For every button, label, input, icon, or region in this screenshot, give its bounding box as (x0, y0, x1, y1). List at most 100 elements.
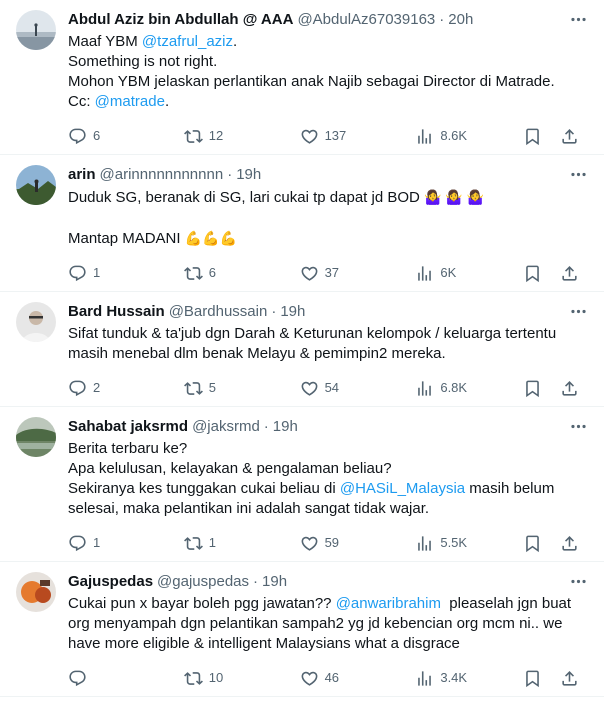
views-button[interactable]: 5.5K (415, 534, 513, 553)
mention-link[interactable]: @matrade (95, 93, 165, 110)
repost-button[interactable]: 5 (183, 379, 300, 398)
timestamp[interactable]: 20h (448, 10, 473, 30)
text-segment: Maaf YBM (68, 33, 142, 50)
author-handle[interactable]: @arinnnnnnnnnnn (100, 165, 224, 185)
like-button[interactable]: 54 (300, 379, 416, 398)
avatar[interactable] (16, 417, 56, 457)
separator-dot: · (227, 166, 233, 183)
text-segment (68, 209, 72, 226)
views-count: 3.4K (440, 670, 468, 685)
tweet-text: Maaf YBM @tzafrul_aziz. Something is not … (68, 32, 590, 112)
mention-link[interactable]: @anwaribrahim (336, 595, 441, 612)
bookmark-button[interactable] (513, 127, 550, 146)
emoji: 💪💪💪 (184, 230, 238, 246)
text-segment: Duduk SG, beranak di SG, lari cukai tp d… (68, 189, 425, 206)
timestamp[interactable]: 19h (236, 165, 261, 185)
bookmark-button[interactable] (513, 379, 550, 398)
avatar[interactable] (16, 165, 56, 205)
like-button[interactable]: 37 (300, 264, 416, 283)
repost-button[interactable]: 6 (183, 264, 300, 283)
reply-count: 1 (93, 535, 101, 550)
bookmark-button[interactable] (513, 669, 550, 688)
share-button[interactable] (551, 264, 588, 283)
views-count: 6K (440, 265, 457, 280)
reply-button[interactable]: 1 (68, 264, 184, 283)
views-button[interactable]: 6K (415, 264, 513, 283)
reply-button[interactable]: 2 (68, 379, 184, 398)
more-icon[interactable] (568, 9, 588, 29)
author-handle[interactable]: @AbdulAz67039163 (297, 10, 435, 30)
text-segment: Mohon YBM jelaskan perlantikan anak Naji… (68, 73, 555, 90)
share-icon (560, 379, 579, 398)
tweet[interactable]: Bard Hussain @Bardhussain · 19h Sifat tunduk… (0, 292, 604, 407)
tweet-text: Berita terbaru ke? Apa kelulusan, kelayak… (68, 439, 590, 519)
more-icon[interactable] (568, 416, 588, 436)
repost-button[interactable]: 1 (183, 534, 300, 553)
text-line: selesai, maka pelantikan ini adalah sang… (68, 499, 590, 519)
avatar[interactable] (16, 302, 56, 342)
text-segment: Sekiranya kes tunggakan cukai beliau di (68, 480, 340, 497)
tweet-body: Gajuspedas @gajuspedas · 19h Cukai pun x bay… (68, 572, 590, 696)
like-button[interactable]: 59 (300, 534, 416, 553)
share-icon (560, 669, 579, 688)
repost-count: 6 (208, 265, 217, 280)
views-count: 5.5K (440, 535, 468, 550)
more-icon[interactable] (568, 301, 588, 321)
bookmark-button[interactable] (513, 264, 550, 283)
author-handle[interactable]: @Bardhussain (169, 302, 268, 322)
heart-icon (300, 264, 325, 283)
author-name[interactable]: Sahabat jaksrmd (68, 417, 188, 437)
reply-button[interactable]: 6 (68, 127, 184, 146)
bookmark-icon (523, 264, 542, 283)
share-button[interactable] (551, 127, 588, 146)
text-segment: . (233, 33, 238, 50)
text-line: Sifat tunduk & ta'jub dgn Darah & Keturu… (68, 324, 590, 344)
timestamp[interactable]: 19h (273, 417, 298, 437)
heart-icon (300, 379, 325, 398)
avatar[interactable] (16, 10, 56, 50)
separator-dot: · (263, 418, 269, 435)
text-segment: selesai, maka pelantikan ini adalah sang… (68, 500, 430, 517)
reply-button[interactable]: 1 (68, 534, 184, 553)
mention-link[interactable]: @tzafrul_aziz (142, 33, 233, 50)
tweet[interactable]: Abdul Aziz bin Abdullah @ AAA @AbdulAz670… (0, 0, 604, 155)
tweet[interactable]: arin @arinnnnnnnnnnn · 19h Duduk SG, beranak… (0, 155, 604, 292)
share-button[interactable] (551, 534, 588, 553)
repost-icon (183, 534, 209, 553)
mention-link[interactable]: @HASiL_Malaysia (340, 480, 465, 497)
timestamp[interactable]: 19h (262, 572, 287, 592)
author-name[interactable]: arin (68, 165, 96, 185)
views-button[interactable]: 3.4K (415, 669, 513, 688)
like-button[interactable]: 46 (300, 669, 416, 688)
author-handle[interactable]: @gajuspedas (157, 572, 249, 592)
more-icon[interactable] (568, 164, 588, 184)
author-name[interactable]: Abdul Aziz bin Abdullah @ AAA (68, 10, 293, 30)
more-icon[interactable] (568, 571, 588, 591)
author-name[interactable]: Gajuspedas (68, 572, 153, 592)
share-button[interactable] (551, 379, 588, 398)
tweet-body: Sahabat jaksrmd @jaksrmd · 19h Berita terbar… (68, 417, 590, 561)
repost-button[interactable]: 12 (183, 127, 300, 146)
author-name[interactable]: Bard Hussain (68, 302, 165, 322)
text-segment: Cc: (68, 93, 95, 110)
views-button[interactable]: 6.8K (415, 379, 513, 398)
timestamp[interactable]: 19h (280, 302, 305, 322)
bookmark-button[interactable] (513, 534, 550, 553)
author-handle[interactable]: @jaksrmd (192, 417, 260, 437)
views-button[interactable]: 8.6K (415, 127, 513, 146)
tweet-body: arin @arinnnnnnnnnnn · 19h Duduk SG, beranak… (68, 165, 590, 291)
repost-button[interactable]: 10 (183, 669, 300, 688)
tweet[interactable]: Sahabat jaksrmd @jaksrmd · 19h Berita terbar… (0, 407, 604, 562)
reply-count: 2 (93, 380, 101, 395)
like-button[interactable]: 137 (300, 127, 416, 146)
tweet-actions: 2 5 54 6.8K (68, 370, 588, 406)
like-count: 37 (324, 265, 340, 280)
tweet[interactable]: Gajuspedas @gajuspedas · 19h Cukai pun x bay… (0, 562, 604, 697)
bookmark-icon (523, 534, 542, 553)
reply-count: 6 (93, 128, 101, 143)
reply-button[interactable] (68, 669, 184, 688)
text-line: Apa kelulusan, kelayakan & pengalaman be… (68, 459, 590, 479)
like-count: 137 (324, 128, 347, 143)
share-button[interactable] (551, 669, 588, 688)
avatar[interactable] (16, 572, 56, 612)
